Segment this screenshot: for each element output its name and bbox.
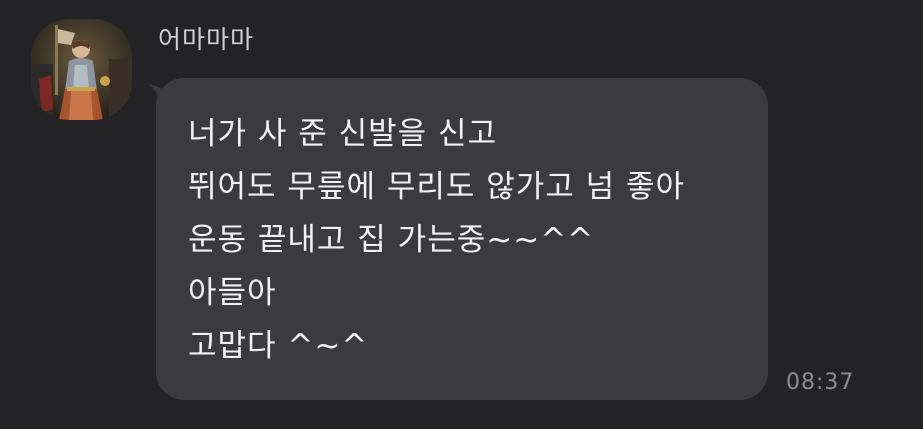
message-bubble[interactable]: 너가 사 준 신발을 신고 뛰어도 무릎에 무리도 않가고 넘 좋아 운동 끝내… — [156, 78, 768, 400]
message-line: 고맙다 ^~^ — [188, 328, 369, 364]
profile-avatar[interactable] — [31, 19, 132, 120]
message-line: 운동 끝내고 집 가는중~~^^ — [188, 222, 595, 258]
profile-avatar-painting-icon — [31, 19, 132, 120]
message-line: 뛰어도 무릎에 무리도 않가고 넘 좋아 — [188, 169, 686, 205]
message-timestamp: 08:37 — [786, 370, 855, 395]
chat-view: 어마마마 너가 사 준 신발을 신고 뛰어도 무릎에 무리도 않가고 넘 좋아 … — [0, 0, 923, 429]
sender-name: 어마마마 — [158, 25, 255, 54]
message-line: 아들아 — [188, 275, 277, 311]
message-line: 너가 사 준 신발을 신고 — [188, 116, 498, 152]
